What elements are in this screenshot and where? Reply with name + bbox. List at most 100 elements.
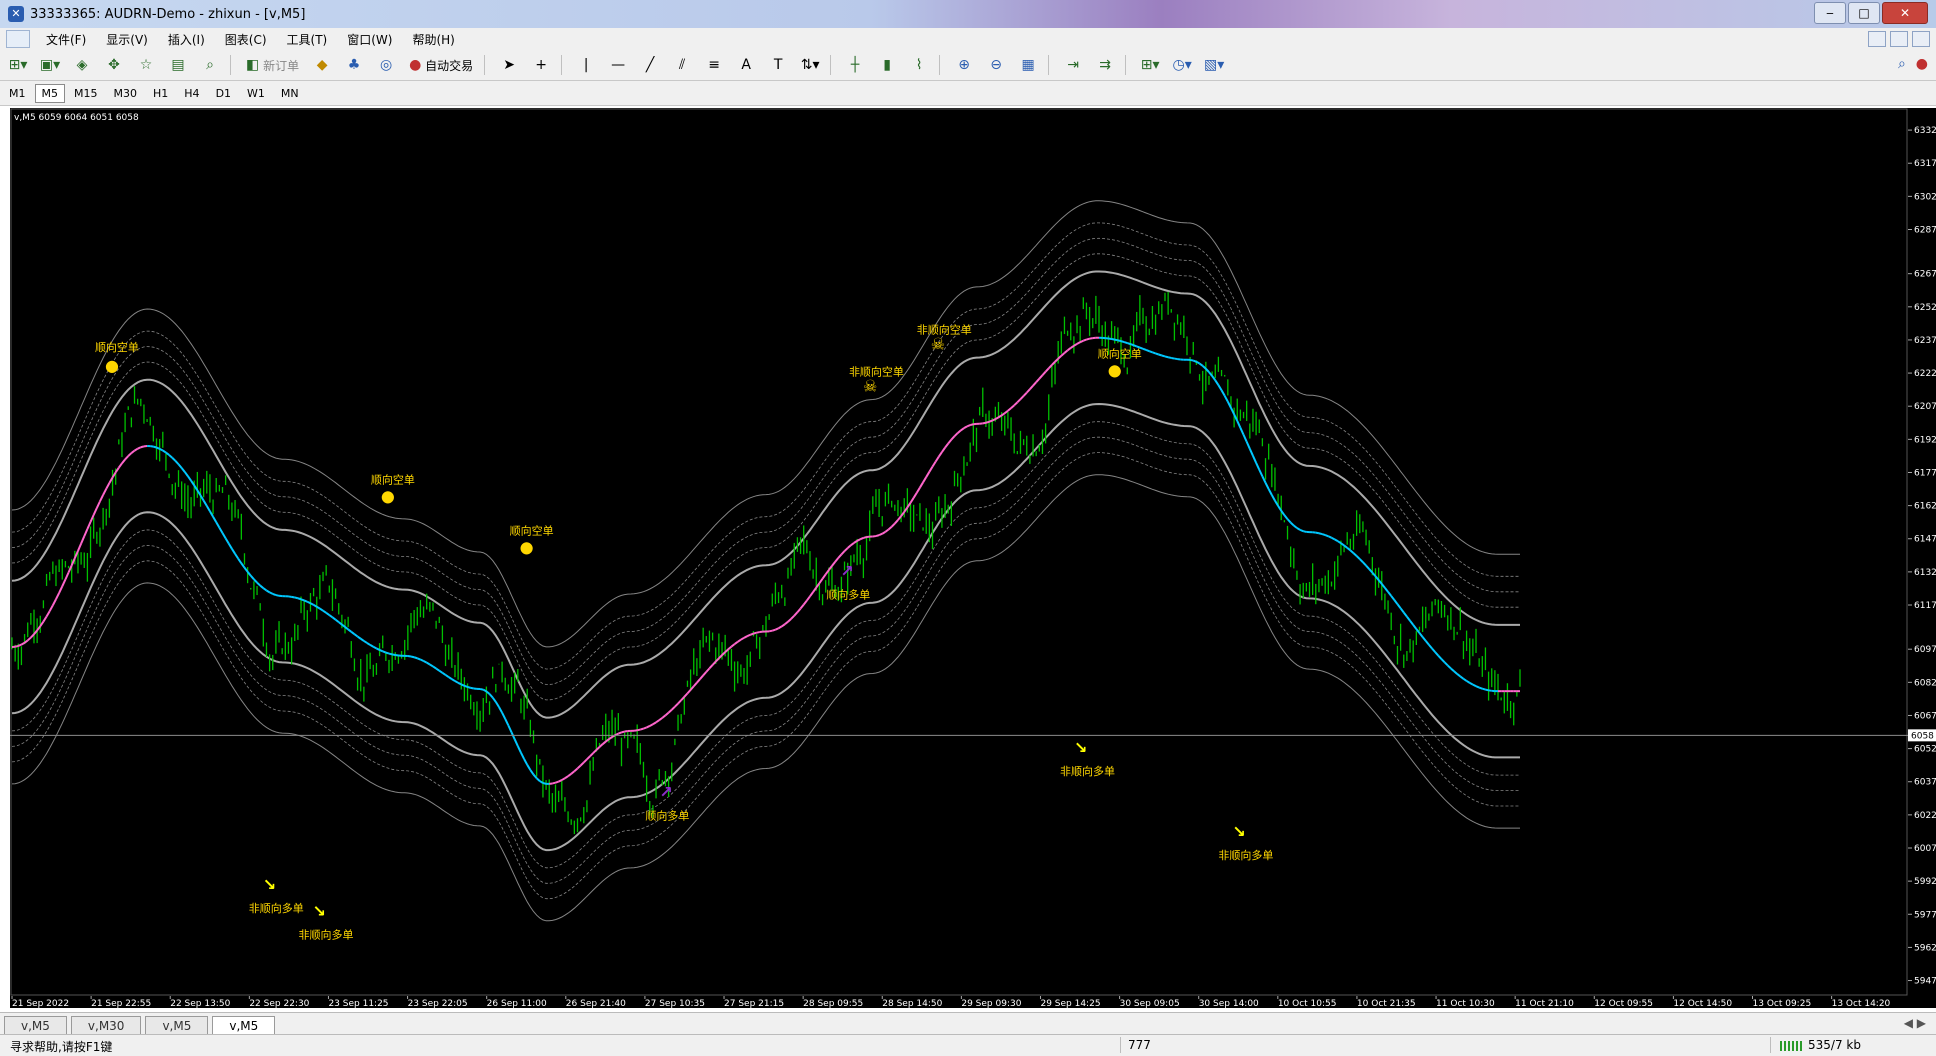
moving-average-segment xyxy=(392,654,395,655)
moving-average-segment xyxy=(1090,338,1093,339)
tester-button[interactable]: ⌕ xyxy=(196,53,224,77)
moving-average-segment xyxy=(939,452,942,457)
signals-button[interactable]: ♣ xyxy=(340,53,368,77)
chart-shift-button[interactable]: ⇥ xyxy=(1059,53,1087,77)
zoom-out-button[interactable]: ⊖ xyxy=(982,53,1010,77)
period-mn[interactable]: MN xyxy=(274,84,306,103)
vertical-line-button[interactable]: | xyxy=(572,53,600,77)
chart-tab-active[interactable]: v,M5 xyxy=(212,1016,275,1035)
moving-average-segment xyxy=(452,679,455,681)
moving-average-segment xyxy=(1121,341,1124,342)
navigator-button[interactable]: ☆ xyxy=(132,53,160,77)
templates-button[interactable]: ▧▾ xyxy=(1200,53,1228,77)
text-tool-button[interactable]: A xyxy=(732,53,760,77)
market-watch-button[interactable]: ◈ xyxy=(68,53,96,77)
moving-average-segment xyxy=(298,598,301,599)
zoom-in-button[interactable]: ⊕ xyxy=(950,53,978,77)
menu-insert[interactable]: 插入(I) xyxy=(158,31,215,48)
price-chart[interactable]: v,M5 6059 6064 6051 60586332631763026287… xyxy=(10,108,1936,1008)
signal-arrow-icon: ↘ xyxy=(263,875,276,894)
autoscroll-button[interactable]: ⇉ xyxy=(1091,53,1119,77)
editor-icon: ◆ xyxy=(317,57,328,73)
menu-file[interactable]: 文件(F) xyxy=(36,31,96,48)
indicators-button[interactable]: ⊞▾ xyxy=(1136,53,1164,77)
cursor-tool-button[interactable]: ➤ xyxy=(495,53,523,77)
menu-help[interactable]: 帮助(H) xyxy=(402,31,464,48)
menu-view[interactable]: 显示(V) xyxy=(96,31,158,48)
moving-average-segment xyxy=(329,615,332,617)
metaeditor-button[interactable]: ◆ xyxy=(308,53,336,77)
moving-average-segment xyxy=(323,611,326,613)
tile-icon: ▦ xyxy=(1022,57,1035,73)
notification-icon[interactable]: ● xyxy=(1916,56,1928,72)
new-chart-button[interactable]: ⊞▾ xyxy=(4,53,32,77)
maximize-button[interactable]: □ xyxy=(1848,2,1880,24)
label-tool-button[interactable]: T xyxy=(764,53,792,77)
moving-average-segment xyxy=(744,636,747,638)
candle-chart-button[interactable]: ▮ xyxy=(873,53,901,77)
moving-average-segment xyxy=(103,489,106,495)
menu-charts[interactable]: 图表(C) xyxy=(215,31,277,48)
moving-average-segment xyxy=(788,619,791,622)
child-restore-button[interactable] xyxy=(1890,31,1908,47)
moving-average-segment xyxy=(304,600,307,601)
menu-tools[interactable]: 工具(T) xyxy=(277,31,338,48)
time-axis-label: 27 Sep 10:35 xyxy=(645,999,705,1008)
period-m30[interactable]: M30 xyxy=(107,84,145,103)
moving-average-segment xyxy=(446,675,449,677)
period-m5[interactable]: M5 xyxy=(35,84,66,103)
moving-average-segment xyxy=(1064,350,1067,353)
moving-average-segment xyxy=(1014,402,1017,405)
tile-windows-button[interactable]: ▦ xyxy=(1014,53,1042,77)
data-window-button[interactable]: ✥ xyxy=(100,53,128,77)
time-axis-label: 11 Oct 21:10 xyxy=(1515,999,1574,1008)
moving-average-segment xyxy=(135,449,138,451)
period-d1[interactable]: D1 xyxy=(209,84,238,103)
fibonacci-button[interactable]: ≡ xyxy=(700,53,728,77)
period-h4[interactable]: H4 xyxy=(177,84,206,103)
signal-marker-icon: ☠ xyxy=(931,334,945,353)
periods-button[interactable]: ◷▾ xyxy=(1168,53,1196,77)
trendline-button[interactable]: ╱ xyxy=(636,53,664,77)
bar-chart-button[interactable]: ┼ xyxy=(841,53,869,77)
signal-marker-icon: ☠ xyxy=(863,376,877,395)
moving-average-segment xyxy=(741,638,744,640)
auto-trading-button[interactable]: ● 自动交易 xyxy=(404,53,478,77)
minimize-button[interactable]: ‒ xyxy=(1814,2,1846,24)
horizontal-line-button[interactable]: — xyxy=(604,53,632,77)
close-button[interactable]: ✕ xyxy=(1882,2,1928,24)
moving-average-segment xyxy=(882,532,885,534)
profiles-button[interactable]: ▣▾ xyxy=(36,53,64,77)
crosshair-tool-button[interactable]: + xyxy=(527,53,555,77)
price-axis-label: 6207 xyxy=(1914,402,1936,412)
channel-button[interactable]: ⫽ xyxy=(668,53,696,77)
period-m1[interactable]: M1 xyxy=(2,84,33,103)
moving-average-segment xyxy=(1410,621,1413,625)
market-button[interactable]: ◎ xyxy=(372,53,400,77)
moving-average-segment xyxy=(1080,341,1083,342)
menu-window[interactable]: 窗口(W) xyxy=(337,31,402,48)
chart-tab[interactable]: v,M30 xyxy=(71,1016,142,1035)
chart-tab[interactable]: v,M5 xyxy=(145,1016,208,1035)
period-w1[interactable]: W1 xyxy=(240,84,272,103)
moving-average-segment xyxy=(1143,349,1146,350)
search-icon[interactable]: ⌕ xyxy=(1898,56,1906,72)
child-close-button[interactable] xyxy=(1912,31,1930,47)
period-m15[interactable]: M15 xyxy=(67,84,105,103)
child-minimize-button[interactable] xyxy=(1868,31,1886,47)
app-logo-icon: ✕ xyxy=(8,6,24,22)
line-chart-button[interactable]: ⌇ xyxy=(905,53,933,77)
new-order-button[interactable]: ◧ 新订单 xyxy=(241,53,304,77)
moving-average-segment xyxy=(270,592,273,594)
channel-icon: ⫽ xyxy=(679,57,685,73)
chart-window[interactable]: v,M5 6059 6064 6051 60586332631763026287… xyxy=(10,108,1936,1008)
period-h1[interactable]: H1 xyxy=(146,84,175,103)
signal-marker-icon: ● xyxy=(381,487,395,506)
tab-scroll-arrows[interactable]: ◀ ▶ xyxy=(1904,1016,1926,1030)
terminal-button[interactable]: ▤ xyxy=(164,53,192,77)
moving-average-segment xyxy=(735,642,738,644)
moving-average-segment xyxy=(678,700,681,703)
arrows-button[interactable]: ⇅▾ xyxy=(796,53,824,77)
moving-average-segment xyxy=(56,593,59,599)
chart-tab[interactable]: v,M5 xyxy=(4,1016,67,1035)
